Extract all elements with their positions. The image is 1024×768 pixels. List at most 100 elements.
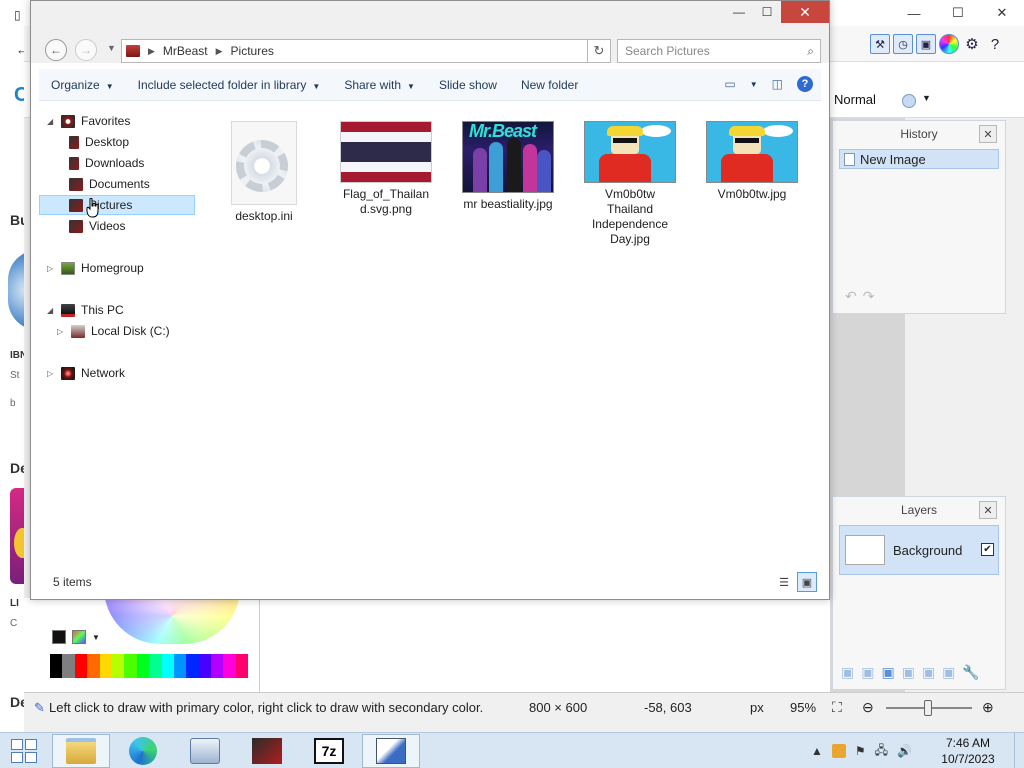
- chevron-down-icon[interactable]: ▼: [750, 80, 758, 89]
- minimize-button[interactable]: —: [892, 0, 936, 26]
- close-icon[interactable]: ✕: [979, 501, 997, 519]
- slide-show-button[interactable]: Slide show: [427, 78, 509, 92]
- help-icon[interactable]: ?: [985, 34, 1005, 54]
- palette-swatch[interactable]: [111, 654, 125, 678]
- duplicate-layer-icon[interactable]: ▣: [881, 664, 894, 681]
- search-input[interactable]: Search Pictures ⌕: [617, 39, 821, 63]
- tree-item-favorites[interactable]: ◢ Favorites: [47, 111, 130, 131]
- settings-gear-icon[interactable]: ⚙: [962, 34, 982, 54]
- palette-swatch[interactable]: [136, 654, 150, 678]
- palette-swatch[interactable]: [173, 654, 187, 678]
- collapse-icon[interactable]: ◢: [47, 306, 55, 315]
- details-view-icon[interactable]: ☰: [774, 572, 794, 592]
- taskbar-file-explorer[interactable]: [52, 734, 110, 768]
- tree-item-documents[interactable]: Documents: [69, 174, 150, 194]
- zoom-out-icon[interactable]: ⊖: [862, 699, 874, 716]
- app-tray-icon[interactable]: [831, 744, 846, 758]
- close-icon[interactable]: ✕: [979, 125, 997, 143]
- preview-pane-icon[interactable]: ◫: [772, 77, 783, 91]
- new-folder-button[interactable]: New folder: [509, 78, 590, 92]
- palette-swatch[interactable]: [50, 654, 63, 678]
- expand-icon[interactable]: ▷: [47, 264, 55, 273]
- include-in-library-menu[interactable]: Include selected folder in library ▼: [126, 78, 333, 92]
- maximize-button[interactable]: ☐: [936, 0, 980, 26]
- tree-item-homegroup[interactable]: ▷ Homegroup: [47, 258, 144, 278]
- change-view-icon[interactable]: ▭: [724, 77, 735, 91]
- breadcrumb-mrbeast[interactable]: MrBeast: [163, 44, 208, 58]
- close-button[interactable]: ✕: [980, 0, 1024, 26]
- collapse-icon[interactable]: ◢: [47, 117, 55, 126]
- palette-menu-icon[interactable]: [72, 630, 86, 644]
- share-with-menu[interactable]: Share with ▼: [332, 78, 427, 92]
- edge-tab-icon[interactable]: ▯: [14, 8, 21, 22]
- tree-item-local-disk[interactable]: ▷ Local Disk (C:): [57, 321, 170, 341]
- palette-swatch[interactable]: [161, 654, 174, 678]
- palette-swatch[interactable]: [149, 654, 162, 678]
- tree-item-this-pc[interactable]: ◢ This PC: [47, 300, 124, 320]
- tree-item-downloads[interactable]: Downloads: [69, 153, 144, 173]
- taskbar-mrbeast-folder[interactable]: [238, 734, 296, 768]
- palette-swatch[interactable]: [198, 654, 212, 678]
- recent-locations-chevron-icon[interactable]: ▼: [107, 43, 116, 53]
- layers-window-icon[interactable]: ▣: [916, 34, 936, 54]
- antialias-icon[interactable]: [902, 94, 916, 108]
- refresh-button[interactable]: ↻: [587, 39, 611, 63]
- file-item[interactable]: Mr.Beast mr beastiality.jpg: [453, 121, 563, 212]
- palette-swatch[interactable]: [124, 654, 137, 678]
- palette-swatch[interactable]: [62, 654, 75, 678]
- forward-button[interactable]: →: [75, 39, 97, 61]
- address-bar[interactable]: ▶ MrBeast ▶ Pictures ⌵: [121, 39, 611, 63]
- help-icon[interactable]: ?: [797, 76, 813, 92]
- zoom-level[interactable]: 95%: [790, 700, 816, 715]
- network-icon[interactable]: 🖧: [875, 741, 888, 762]
- show-desktop-button[interactable]: [1014, 733, 1024, 768]
- breadcrumb-pictures[interactable]: Pictures: [231, 44, 274, 58]
- move-layer-down-icon[interactable]: ▣: [942, 664, 955, 681]
- history-window-icon[interactable]: ◷: [893, 34, 913, 54]
- clock[interactable]: 7:46 AM 10/7/2023: [922, 735, 1014, 767]
- zoom-slider-thumb[interactable]: [924, 700, 932, 716]
- taskbar-7zip[interactable]: 7z: [300, 734, 358, 768]
- layer-visibility-checkbox[interactable]: ✔: [981, 543, 994, 556]
- taskbar-edge[interactable]: [114, 734, 172, 768]
- chevron-right-icon[interactable]: ▶: [216, 46, 223, 57]
- file-item[interactable]: desktop.ini: [209, 121, 319, 224]
- image-canvas[interactable]: [260, 598, 830, 692]
- file-item[interactable]: Flag_of_Thailand.svg.png: [331, 121, 441, 217]
- tree-item-videos[interactable]: Videos: [69, 216, 125, 236]
- expand-icon[interactable]: ▷: [47, 369, 55, 378]
- unit-dropdown[interactable]: px: [750, 700, 764, 715]
- move-layer-up-icon[interactable]: ▣: [922, 664, 935, 681]
- palette-swatch[interactable]: [211, 654, 224, 678]
- primary-color-swatch[interactable]: [52, 630, 66, 644]
- blend-mode-dropdown[interactable]: Normal: [834, 92, 876, 107]
- palette-swatch[interactable]: [74, 654, 88, 678]
- expand-icon[interactable]: ▷: [57, 327, 65, 336]
- chevron-down-icon[interactable]: ▼: [922, 93, 931, 103]
- tree-item-network[interactable]: ▷ Network: [47, 363, 125, 383]
- organize-menu[interactable]: Organize ▼: [39, 78, 126, 92]
- chevron-down-icon[interactable]: ▼: [92, 633, 100, 642]
- palette-swatch[interactable]: [186, 654, 199, 678]
- add-layer-icon[interactable]: ▣: [841, 664, 854, 681]
- tools-window-icon[interactable]: ⚒: [870, 34, 890, 54]
- zoom-in-icon[interactable]: ⊕: [982, 699, 994, 716]
- flag-icon[interactable]: ⚑: [855, 744, 866, 758]
- taskbar-osk[interactable]: [176, 734, 234, 768]
- palette-swatch[interactable]: [87, 654, 100, 678]
- layer-properties-icon[interactable]: 🔧: [962, 664, 979, 681]
- start-button[interactable]: [8, 737, 40, 765]
- undo-redo-buttons[interactable]: ↶↷: [845, 288, 880, 305]
- minimize-button[interactable]: —: [725, 1, 753, 23]
- zoom-to-fit-icon[interactable]: ⛶: [832, 699, 842, 716]
- close-button[interactable]: ✕: [781, 1, 829, 23]
- back-button[interactable]: ←: [45, 39, 67, 61]
- palette-swatch[interactable]: [99, 654, 112, 678]
- show-hidden-icons-icon[interactable]: ▲: [811, 744, 823, 758]
- volume-icon[interactable]: 🔊: [897, 744, 912, 758]
- tree-item-desktop[interactable]: Desktop: [69, 132, 129, 152]
- taskbar-paintnet[interactable]: [362, 734, 420, 768]
- delete-layer-icon[interactable]: ▣: [861, 664, 874, 681]
- file-item[interactable]: Vm0b0tw.jpg: [697, 121, 807, 202]
- maximize-button[interactable]: ☐: [753, 1, 781, 23]
